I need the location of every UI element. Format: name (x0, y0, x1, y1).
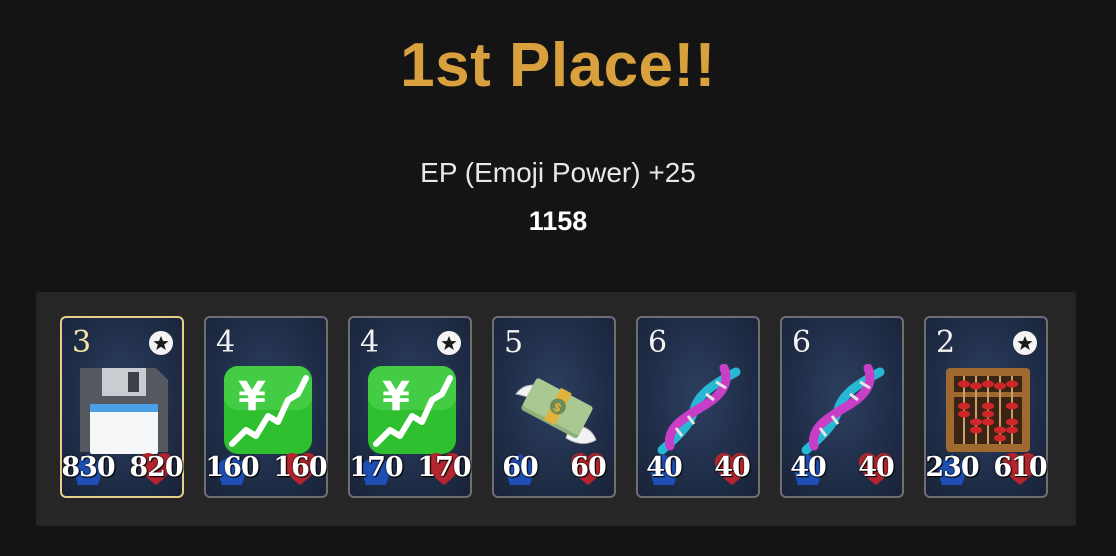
dna-icon (654, 363, 746, 456)
card-cost: 6 (792, 325, 812, 360)
health-value: 40 (714, 452, 751, 483)
svg-text:¥: ¥ (382, 374, 410, 420)
card-cost: 6 (648, 325, 668, 360)
attack-badge: 60 (496, 446, 544, 492)
health-badge: 160 (273, 446, 328, 492)
chart-yen-icon: ¥ (366, 364, 458, 456)
attack-badge: 160 (205, 446, 260, 492)
team-card[interactable]: 6 40 40 (636, 316, 760, 498)
results-screen: 1st Place!! EP (Emoji Power) +25 1158 3 … (0, 0, 1116, 556)
attack-value: 170 (349, 452, 403, 483)
place-title: 1st Place!! (400, 31, 716, 100)
money-with-wings-icon: $ (510, 364, 602, 456)
attack-value: 60 (502, 452, 539, 483)
health-badge: 40 (708, 446, 756, 492)
star-icon (149, 331, 173, 355)
team-card[interactable]: 6 40 40 (780, 316, 904, 498)
attack-value: 40 (646, 452, 683, 483)
attack-value: 230 (925, 452, 979, 483)
attack-value: 160 (205, 452, 259, 483)
team-card[interactable]: 2 230 610 (924, 316, 1048, 498)
attack-badge: 830 (61, 446, 116, 492)
card-cost: 3 (72, 325, 92, 360)
attack-badge: 230 (925, 446, 980, 492)
health-badge: 60 (564, 446, 612, 492)
health-badge: 170 (417, 446, 472, 492)
health-value: 40 (858, 452, 895, 483)
health-badge: 40 (852, 446, 900, 492)
health-value: 160 (273, 452, 327, 483)
svg-text:¥: ¥ (238, 374, 266, 420)
team-card[interactable]: 4 ¥ 170 170 (348, 316, 472, 498)
health-value: 60 (570, 452, 607, 483)
floppy-disk-icon (78, 364, 170, 456)
attack-value: 830 (61, 452, 115, 483)
team-card[interactable]: 3 830 820 (60, 316, 184, 498)
dna-icon (798, 363, 890, 456)
star-icon (437, 331, 461, 355)
abacus-icon (942, 364, 1034, 456)
card-cost: 4 (216, 325, 236, 360)
star-icon (1013, 331, 1037, 355)
health-value: 610 (993, 452, 1047, 483)
attack-value: 40 (790, 452, 827, 483)
attack-badge: 170 (349, 446, 404, 492)
health-value: 820 (129, 452, 183, 483)
chart-yen-icon: ¥ (222, 364, 314, 456)
card-cost: 2 (936, 325, 956, 360)
attack-badge: 40 (640, 446, 688, 492)
team-card[interactable]: 4 ¥ 160 160 (204, 316, 328, 498)
health-value: 170 (417, 452, 471, 483)
card-cost: 5 (504, 325, 524, 360)
attack-badge: 40 (784, 446, 832, 492)
ep-total: 1158 (528, 206, 588, 236)
card-cost: 4 (360, 325, 380, 360)
ep-gain-label: EP (Emoji Power) +25 (420, 157, 696, 188)
health-badge: 610 (993, 446, 1048, 492)
team-card[interactable]: 5 $ 60 60 (492, 316, 616, 498)
health-badge: 820 (129, 446, 184, 492)
